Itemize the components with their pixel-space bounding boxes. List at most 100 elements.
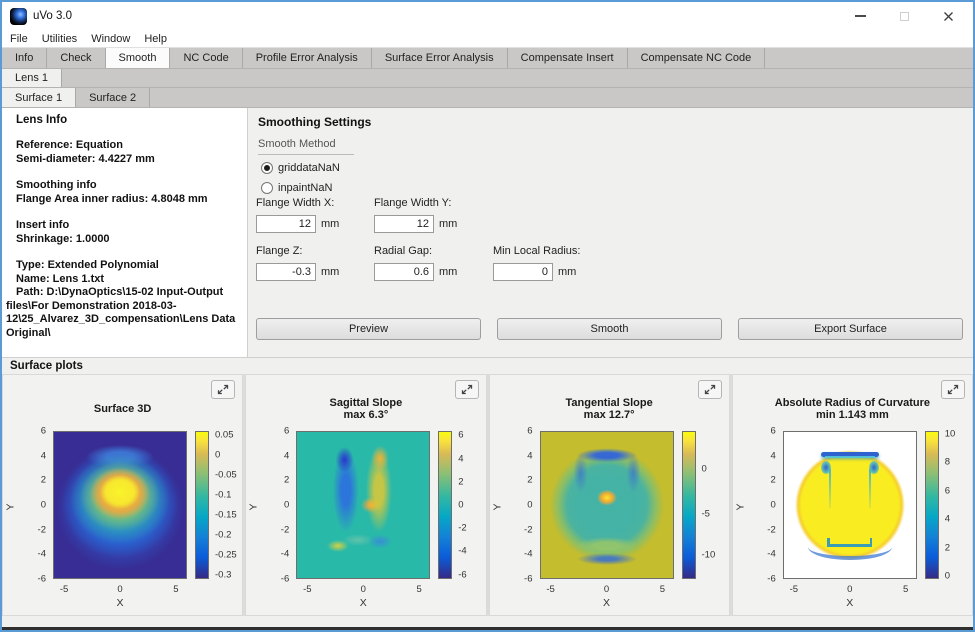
x-axis-label: X — [783, 597, 917, 609]
x-axis-label: X — [53, 597, 187, 609]
menu-utilities[interactable]: Utilities — [42, 33, 77, 45]
tab-compensate-nc-code[interactable]: Compensate NC Code — [628, 48, 766, 68]
colorbar — [682, 431, 696, 579]
tab-compensate-insert[interactable]: Compensate Insert — [508, 48, 628, 68]
flange-width-x-field: mm — [256, 215, 339, 233]
tick-label: 4 — [527, 450, 532, 461]
tab-profile-error-analysis[interactable]: Profile Error Analysis — [243, 48, 372, 68]
preview-button[interactable]: Preview — [256, 318, 481, 340]
minimize-button[interactable] — [851, 8, 869, 24]
tick-label: 6 — [458, 430, 463, 441]
expand-icon — [704, 384, 716, 395]
main-content: Lens Info Reference: EquationSemi-diamet… — [2, 108, 973, 357]
tick-label: 2 — [770, 475, 775, 486]
lens-info-line: Type: Extended Polynomial — [6, 259, 241, 273]
tab-surface-1[interactable]: Surface 1 — [2, 88, 76, 107]
close-icon — [943, 11, 954, 22]
tab-surface-2[interactable]: Surface 2 — [76, 88, 150, 107]
status-strip — [2, 616, 973, 627]
tick-label: -0.3 — [215, 569, 231, 580]
flange-width-x-label: Flange Width X: — [256, 197, 334, 209]
plot-title: Absolute Radius of Curvature — [775, 397, 930, 409]
plot-area: Y 6420-2-4-6 -505 X 0.050-0.05-0.1-0.15-… — [3, 427, 242, 613]
x-axis-label: X — [540, 597, 674, 609]
tick-label: -6 — [524, 574, 532, 585]
title-bar: uVo 3.0 — [2, 2, 973, 30]
tick-label: -2 — [458, 523, 466, 534]
flange-width-y-field: mm — [374, 215, 457, 233]
flange-z-input[interactable] — [256, 263, 316, 281]
plot-subtitle: max 6.3° — [343, 409, 388, 421]
tick-label: 0 — [770, 500, 775, 511]
tick-label: -2 — [767, 524, 775, 535]
radio-griddatanan[interactable]: griddataNaN — [261, 162, 340, 174]
radio-unchecked-icon — [261, 182, 273, 194]
colorbar-ticks: 0.050-0.05-0.1-0.15-0.2-0.25-0.3 — [213, 431, 247, 579]
expand-button[interactable] — [455, 380, 479, 399]
tick-label: 0 — [847, 584, 852, 595]
plot-title-block: Sagittal Slope max 6.3° — [246, 391, 485, 427]
lens-info-line: Path: D:\DynaOptics\15-02 Input-Output f… — [6, 286, 241, 340]
smoothing-settings-heading: Smoothing Settings — [258, 115, 371, 129]
menu-file[interactable]: File — [10, 33, 28, 45]
expand-button[interactable] — [941, 380, 965, 399]
expand-button[interactable] — [698, 380, 722, 399]
radio-inpaintnan[interactable]: inpaintNaN — [261, 182, 332, 194]
export-surface-button[interactable]: Export Surface — [738, 318, 963, 340]
tick-label: 0 — [117, 584, 122, 595]
smoothing-settings-panel: Smoothing Settings Smooth Method griddat… — [248, 108, 973, 357]
colorbar — [195, 431, 209, 579]
tick-label: -4 — [38, 549, 46, 560]
tick-label: 0 — [604, 584, 609, 595]
tab-smooth[interactable]: Smooth — [106, 48, 171, 68]
tick-label: 2 — [284, 475, 289, 486]
x-axis-ticks: -505 — [53, 584, 187, 595]
tick-label: 4 — [945, 514, 950, 525]
plot-panel-abs-radius-of-curvature: Absolute Radius of Curvature min 1.143 m… — [732, 374, 973, 616]
min-local-radius-input[interactable] — [493, 263, 553, 281]
tab-info[interactable]: Info — [2, 48, 47, 68]
flange-width-y-input[interactable] — [374, 215, 434, 233]
tab-check[interactable]: Check — [47, 48, 105, 68]
heatmap-tangential-slope — [540, 431, 674, 579]
tab-surface-error-analysis[interactable]: Surface Error Analysis — [372, 48, 508, 68]
tick-label: 4 — [770, 450, 775, 461]
plot-title-block: Tangential Slope max 12.7° — [490, 391, 729, 427]
plot-title-block: Surface 3D — [3, 391, 242, 427]
flange-width-x-unit: mm — [321, 218, 339, 230]
window-title: uVo 3.0 — [33, 10, 72, 22]
tick-label: 0 — [41, 500, 46, 511]
x-axis-label: X — [296, 597, 430, 609]
colorbar-ticks: 0-5-10 — [700, 431, 734, 579]
curvature-feature — [869, 469, 871, 508]
lens-info-heading: Lens Info — [6, 114, 241, 126]
plot-panel-sagittal-slope: Sagittal Slope max 6.3° Y 6420-2-4-6 -50… — [245, 374, 486, 616]
menu-help[interactable]: Help — [144, 33, 167, 45]
heatmap-surface-3d — [53, 431, 187, 579]
tick-label: 2 — [945, 542, 950, 553]
menu-window[interactable]: Window — [91, 33, 130, 45]
tick-label: 5 — [903, 584, 908, 595]
plot-title: Surface 3D — [94, 403, 151, 415]
lens-info-line: Flange Area inner radius: 4.8048 mm — [6, 193, 241, 207]
tick-label: -2 — [281, 524, 289, 535]
maximize-button[interactable] — [895, 8, 913, 24]
y-axis-ticks: 6420-2-4-6 — [266, 431, 292, 579]
tab-nc-code[interactable]: NC Code — [170, 48, 242, 68]
plot-subtitle: max 12.7° — [584, 409, 635, 421]
radio-checked-icon — [261, 162, 273, 174]
lens-tab-bar: Lens 1 — [2, 69, 973, 88]
tick-label: -5 — [790, 584, 798, 595]
tab-lens-1[interactable]: Lens 1 — [2, 69, 62, 87]
lens-info-panel: Lens Info Reference: EquationSemi-diamet… — [2, 108, 248, 357]
tick-label: -6 — [458, 569, 466, 580]
radial-gap-input[interactable] — [374, 263, 434, 281]
flange-width-x-input[interactable] — [256, 215, 316, 233]
expand-icon — [461, 384, 473, 395]
close-button[interactable] — [939, 8, 957, 24]
expand-button[interactable] — [211, 380, 235, 399]
plot-area: Y 6420-2-4-6 -505 X 0-5-10 — [490, 427, 729, 613]
smooth-button[interactable]: Smooth — [497, 318, 722, 340]
tick-label: 4 — [284, 450, 289, 461]
radial-gap-unit: mm — [439, 266, 457, 278]
